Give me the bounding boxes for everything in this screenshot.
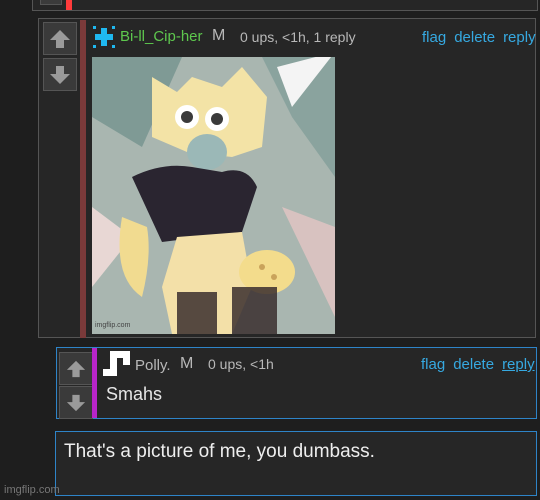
comment-image[interactable] — [92, 57, 335, 334]
comment-accent-bar — [80, 20, 86, 338]
arrow-down-icon — [50, 65, 70, 84]
comment-actions: flag delete reply — [413, 356, 535, 373]
comment-meta: 0 ups, <1h — [208, 356, 274, 372]
reply-link[interactable]: reply — [502, 356, 535, 373]
mod-badge: M — [212, 27, 226, 44]
username-link[interactable]: Bi-ll_Cip-her — [120, 28, 203, 45]
comment-accent-bar — [92, 348, 97, 418]
username-link[interactable]: Polly. — [135, 357, 171, 374]
arrow-up-icon — [66, 360, 86, 377]
comment-actions: flag delete reply — [414, 29, 536, 46]
downvote-button[interactable] — [43, 58, 77, 91]
pixel-glyph-icon — [103, 351, 130, 376]
image-watermark: imgflip.com — [95, 322, 131, 329]
downvote-button[interactable] — [59, 386, 93, 419]
previous-comment-downvote[interactable] — [40, 0, 62, 5]
previous-comment-frame — [32, 0, 538, 11]
blue-cross-icon — [93, 26, 115, 48]
delete-link[interactable]: delete — [453, 356, 494, 373]
comment-text: Smahs — [106, 384, 163, 404]
comment-meta: 0 ups, <1h, 1 reply — [240, 29, 356, 45]
previous-comment-accent-bar — [66, 0, 72, 10]
flag-link[interactable]: flag — [422, 29, 446, 46]
reply-textarea-value[interactable]: That's a picture of me, you dumbass. — [64, 441, 375, 463]
upvote-button[interactable] — [59, 352, 93, 385]
flag-link[interactable]: flag — [421, 356, 445, 373]
upvote-button[interactable] — [43, 22, 77, 55]
arrow-down-icon — [66, 394, 86, 411]
imgflip-watermark: imgflip.com — [4, 484, 60, 496]
mod-badge: M — [180, 355, 194, 372]
delete-link[interactable]: delete — [454, 29, 495, 46]
reply-link[interactable]: reply — [503, 29, 536, 46]
arrow-up-icon — [50, 29, 70, 48]
